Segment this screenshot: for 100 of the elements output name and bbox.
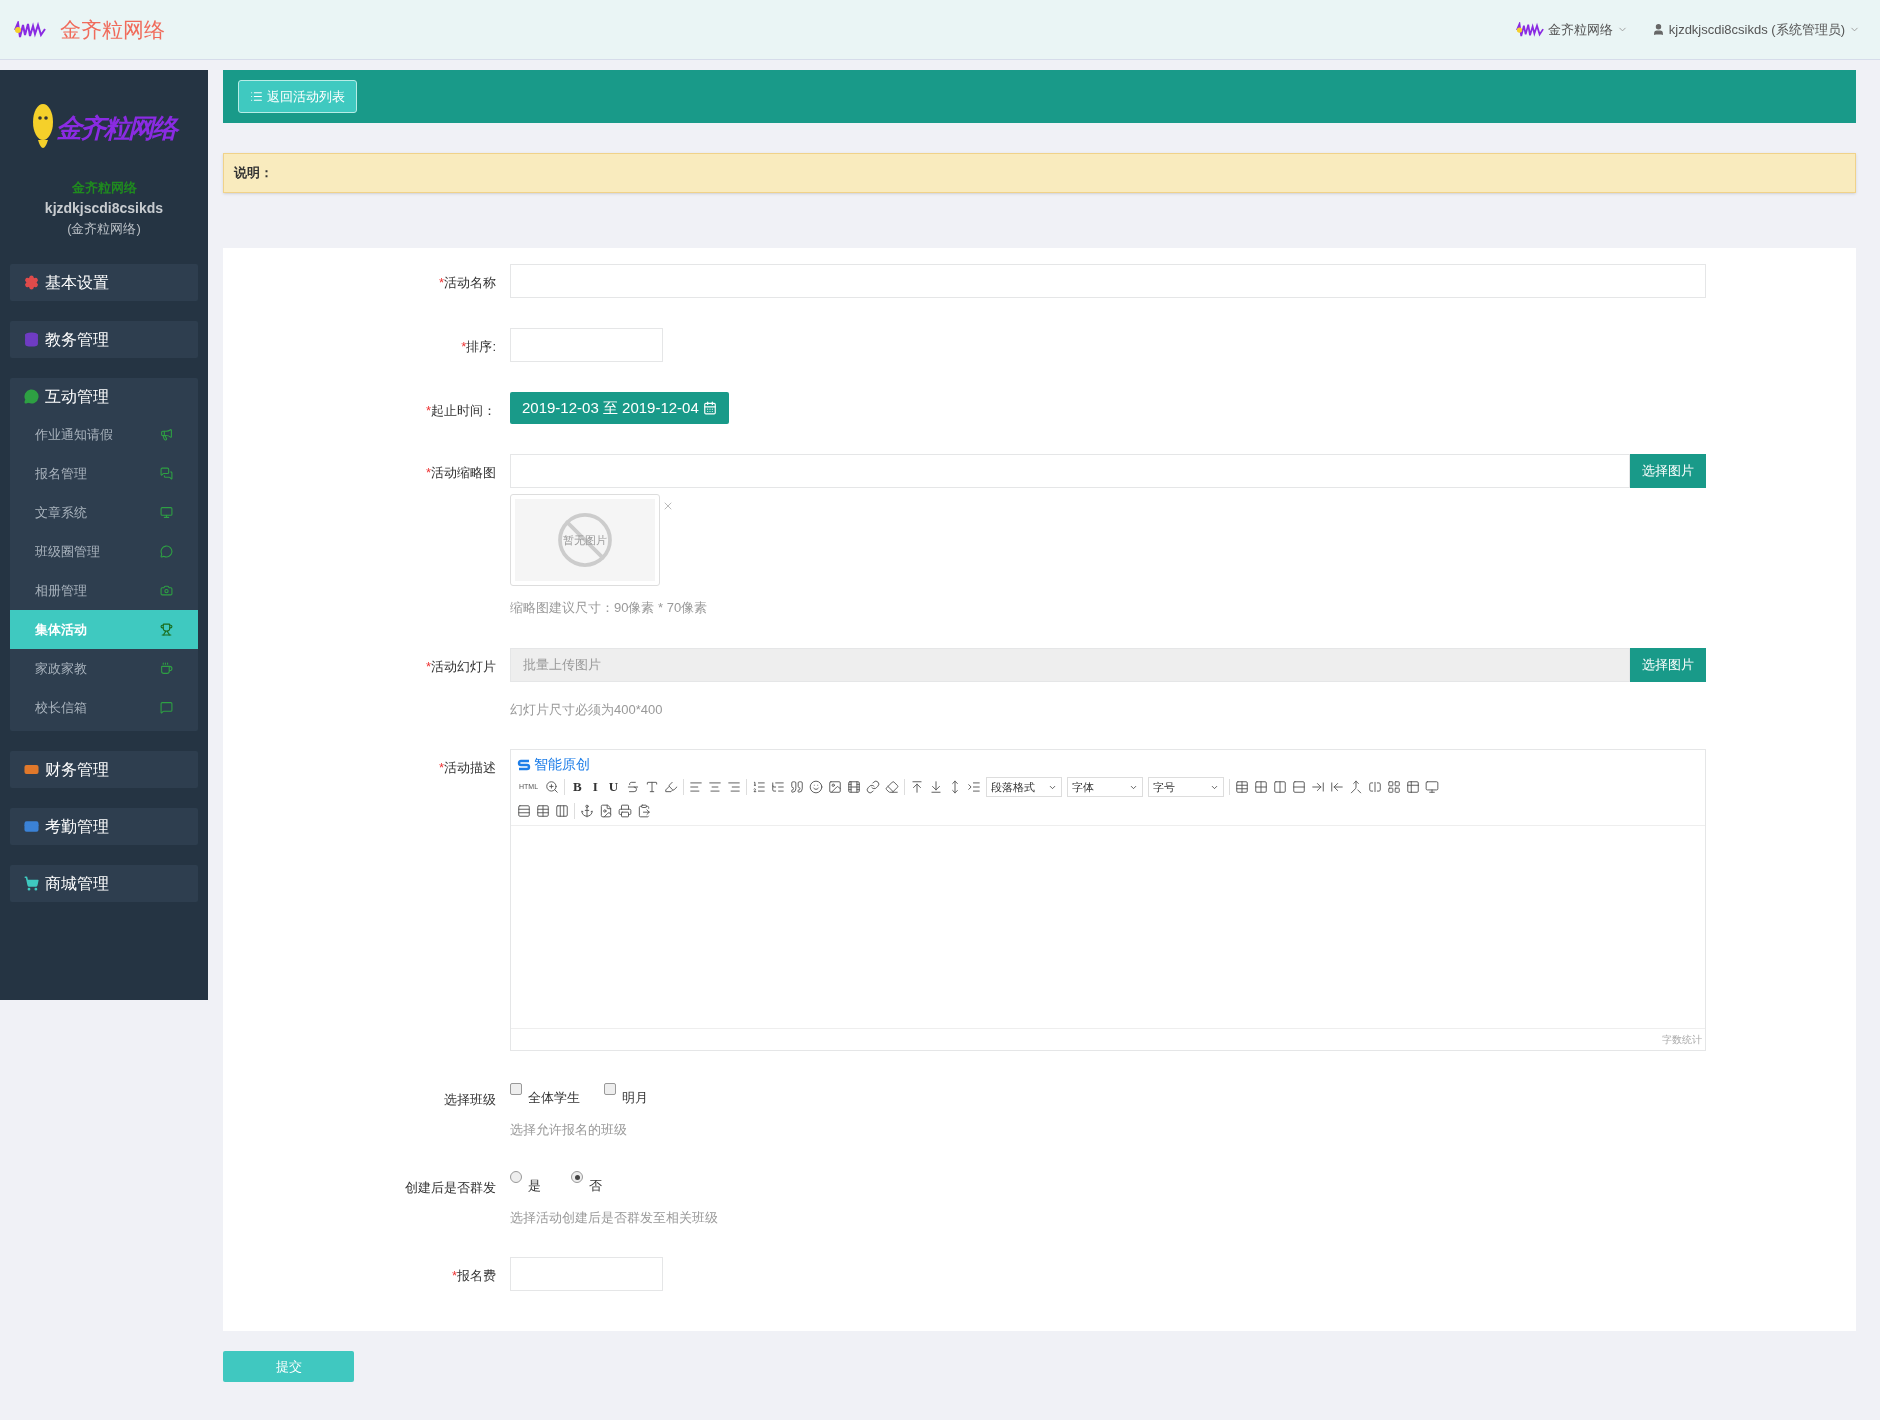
menu-group[interactable]: 财务管理	[10, 751, 198, 788]
radio-button[interactable]	[571, 1171, 583, 1183]
chat-icon	[160, 701, 173, 714]
username: kjzdkjscdi8csikds	[44, 198, 164, 218]
logo-icon	[14, 20, 46, 39]
hint-text: 缩略图建议尺寸：90像素 * 70像素	[510, 599, 709, 617]
field-label: *活动描述	[438, 759, 496, 777]
hint-text: 选择允许报名的班级	[510, 1120, 628, 1139]
hint-text: 幻灯片尺寸必须为400*400	[510, 700, 664, 719]
eraser-icon[interactable]	[885, 780, 900, 794]
table-icon[interactable]	[536, 804, 550, 818]
image-file-icon[interactable]	[599, 804, 613, 818]
table-cells-icon[interactable]	[1406, 780, 1421, 794]
word-count: 字数统计	[1662, 1033, 1702, 1047]
field-label: *活动名称	[438, 274, 496, 292]
menu-item[interactable]: 家政家教	[10, 649, 198, 688]
field-label: *活动缩略图	[425, 464, 496, 482]
org-note: (金齐粒网络)	[67, 219, 141, 238]
menu-item[interactable]: 班级圈管理	[10, 532, 198, 571]
paste-icon[interactable]	[637, 804, 651, 818]
chat-icon	[160, 545, 173, 558]
spacing-top-icon[interactable]	[910, 780, 925, 794]
menu-group[interactable]: 基本设置	[10, 264, 198, 301]
table-grid-icon[interactable]	[1254, 780, 1269, 794]
align-left-icon[interactable]	[689, 780, 704, 794]
bullet-list-icon[interactable]	[771, 780, 786, 794]
zoom-icon[interactable]	[545, 780, 560, 794]
checkbox[interactable]	[510, 1083, 522, 1095]
font-color-icon[interactable]	[645, 780, 660, 794]
preview-icon[interactable]	[1425, 780, 1440, 794]
list-icon	[250, 90, 263, 103]
editor-brand: 智能原创	[517, 754, 1699, 775]
name-input[interactable]	[510, 264, 1706, 298]
toolbar-dropdown[interactable]: 字体	[1067, 777, 1144, 797]
align-right-icon[interactable]	[727, 780, 742, 794]
strikethrough-icon[interactable]	[626, 780, 641, 794]
ordered-list-icon[interactable]	[752, 780, 767, 794]
toolbar-button[interactable]: I	[589, 777, 601, 797]
org-name: 金齐粒网络	[71, 179, 137, 197]
film-icon[interactable]	[847, 780, 862, 794]
user-icon	[1651, 23, 1665, 36]
user-menu[interactable]: kjzdkjscdi8csikds (系统管理员)	[1651, 19, 1860, 40]
print-icon[interactable]	[618, 804, 632, 818]
no-image-text: 暂无图片	[563, 532, 607, 548]
no-image-icon	[555, 510, 615, 570]
megaphone-icon	[160, 428, 173, 441]
fee-input[interactable]	[510, 1257, 663, 1291]
indent-icon[interactable]	[967, 780, 982, 794]
menu-item[interactable]: 文章系统	[10, 493, 198, 532]
radio-label: 是	[528, 1177, 541, 1195]
table-columns-icon[interactable]	[555, 804, 569, 818]
checkbox-label: 全体学生	[528, 1089, 580, 1107]
table-icon[interactable]	[1235, 780, 1250, 794]
spacing-bottom-icon[interactable]	[929, 780, 944, 794]
slides-input[interactable]: 批量上传图片	[510, 647, 1630, 682]
notice-label: 说明：	[234, 164, 273, 183]
logo-icon	[517, 757, 531, 772]
menu-group[interactable]: 商城管理	[10, 865, 198, 902]
trophy-icon	[160, 623, 173, 636]
field-label: *报名费	[451, 1267, 496, 1285]
checkbox-label: 明月	[622, 1089, 648, 1107]
link-icon[interactable]	[866, 780, 881, 794]
emoji-icon[interactable]	[809, 780, 824, 794]
quote-icon[interactable]	[790, 780, 805, 794]
merge-icon[interactable]	[1349, 780, 1364, 794]
menu-group[interactable]: 互动管理	[10, 378, 198, 415]
cup-icon	[160, 662, 173, 675]
toolbar-dropdown[interactable]: 字号	[1148, 777, 1225, 797]
field-label: 创建后是否群发	[405, 1179, 496, 1197]
checkbox[interactable]	[604, 1083, 616, 1095]
org-menu[interactable]: 金齐粒网络	[1515, 19, 1628, 40]
logo-icon	[1515, 21, 1544, 38]
camera-icon	[160, 584, 173, 597]
hint-text: 选择活动创建后是否群发至相关班级	[510, 1208, 718, 1227]
toolbar-dropdown[interactable]: 段落格式	[986, 777, 1063, 797]
field-label: *活动幻灯片	[425, 657, 496, 676]
menu-group[interactable]: 教务管理	[10, 321, 198, 358]
anchor-icon[interactable]	[580, 804, 594, 818]
table-rows-icon[interactable]	[517, 804, 531, 818]
field-label: *起止时间：	[425, 402, 496, 420]
menu-item[interactable]: 相册管理	[10, 571, 198, 610]
toolbar-button[interactable]: U	[605, 777, 622, 797]
align-center-icon[interactable]	[708, 780, 723, 794]
toolbar-button[interactable]: B	[570, 777, 585, 797]
sort-input[interactable]	[510, 328, 663, 362]
field-label: 选择班级	[444, 1091, 496, 1109]
chat-bubbles-icon	[160, 467, 173, 480]
image-icon[interactable]	[828, 780, 843, 794]
calendar-icon	[702, 401, 717, 415]
monitor-icon	[160, 506, 173, 519]
menu-group[interactable]: 考勤管理	[10, 808, 198, 845]
menu-item[interactable]: 作业通知请假	[10, 415, 198, 454]
highlight-icon[interactable]	[664, 780, 679, 794]
cell-grid-icon[interactable]	[1387, 780, 1402, 794]
radio-button[interactable]	[510, 1171, 522, 1183]
radio-label: 否	[589, 1177, 602, 1195]
thumbnail-input[interactable]	[510, 454, 1630, 488]
menu-item[interactable]: 校长信箱	[10, 688, 198, 727]
menu-item[interactable]: 报名管理	[10, 454, 198, 493]
field-label: *排序:	[461, 338, 496, 356]
